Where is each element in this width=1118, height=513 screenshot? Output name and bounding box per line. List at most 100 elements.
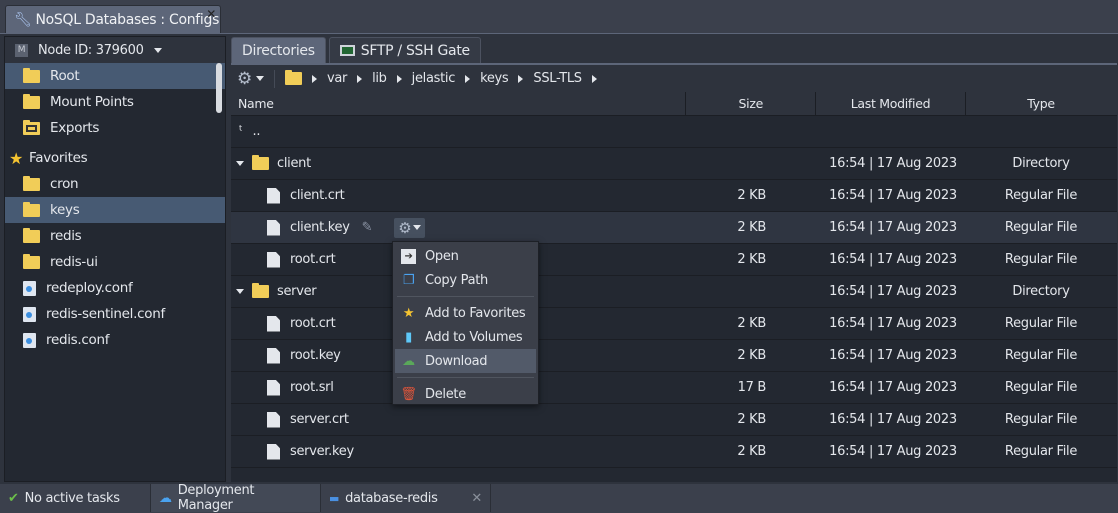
col-type[interactable]: Type <box>966 92 1116 115</box>
name-cell: server.crt <box>231 411 686 428</box>
file-row[interactable]: root.crt 2 KB 16:54 | 17 Aug 2023 Regular F… <box>231 308 1117 340</box>
tab-label: Directories <box>242 42 315 59</box>
breadcrumb-item[interactable]: lib <box>372 71 387 86</box>
col-name[interactable]: Name <box>231 92 686 115</box>
modified-cell: 16:54 | 17 Aug 2023 <box>829 220 957 235</box>
folder-icon[interactable] <box>284 70 302 85</box>
hierarchy-icon: ▬ <box>329 491 340 505</box>
copy-icon: ❐ <box>402 272 415 288</box>
tab-sftp-ssh[interactable]: SFTP / SSH Gate <box>328 37 481 63</box>
volume-icon: ▮ <box>405 329 412 345</box>
parent-dir-row[interactable]: ᵗ.. <box>231 116 1117 148</box>
type-cell: Regular File <box>1004 444 1078 459</box>
sidebar-item-root[interactable]: Root <box>5 63 225 89</box>
modified-cell: 16:54 | 17 Aug 2023 <box>829 316 957 331</box>
menu-separator <box>397 377 534 378</box>
sidebar-item-label: Root <box>50 68 80 84</box>
file-row[interactable]: server.key 2 KB 16:54 | 17 Aug 2023 Regular… <box>231 436 1117 468</box>
menu-item-download[interactable]: ☁ Download <box>395 349 536 373</box>
chevron-right-icon <box>396 74 402 83</box>
size-cell: 2 KB <box>737 188 766 203</box>
cloud-upload-icon: ☁ <box>159 490 172 506</box>
env-tab[interactable]: ▬ database-redis ✕ <box>321 484 491 512</box>
node-icon: M <box>15 43 28 57</box>
col-size[interactable]: Size <box>686 92 816 115</box>
folder-icon <box>23 67 40 83</box>
menu-item-open[interactable]: ➔ Open <box>395 244 536 268</box>
folder-row[interactable]: client 16:54 | 17 Aug 2023 Directory <box>231 148 1117 180</box>
tab-directories[interactable]: Directories <box>231 37 326 63</box>
file-name: server.crt <box>290 412 349 427</box>
favorite-label: redis <box>50 228 82 244</box>
window-tab[interactable]: 🔧︎ NoSQL Databases : Configs ✕ <box>5 5 221 34</box>
favorite-item[interactable]: redeploy.conf <box>5 275 225 301</box>
tab-label: SFTP / SSH Gate <box>360 42 470 59</box>
menu-item-add-to-favorites[interactable]: ★ Add to Favorites <box>395 301 536 325</box>
breadcrumb-item[interactable]: keys <box>480 71 509 86</box>
expand-icon[interactable] <box>236 289 244 294</box>
breadcrumb-item[interactable]: var <box>327 71 347 86</box>
tasks-status[interactable]: ✔ No active tasks <box>0 484 151 512</box>
file-name: client <box>277 156 311 171</box>
deployment-manager-tab[interactable]: ☁ Deployment Manager <box>151 483 321 513</box>
size-cell: 2 KB <box>737 252 766 267</box>
download-icon: ☁ <box>402 353 415 369</box>
expand-icon[interactable] <box>236 161 244 166</box>
file-browser: Directories SFTP / SSH Gate ⚙ var lib jela… <box>231 36 1117 482</box>
star-icon: ★ <box>9 148 24 168</box>
sidebar-item-exports[interactable]: Exports <box>5 115 225 141</box>
menu-item-delete[interactable]: 🗑︎ Delete <box>395 382 536 406</box>
file-row[interactable]: root.key 2 KB 16:54 | 17 Aug 2023 Regular F… <box>231 340 1117 372</box>
file-row[interactable]: server.crt 2 KB 16:54 | 17 Aug 2023 Regular… <box>231 404 1117 436</box>
file-icon <box>267 411 280 428</box>
modified-cell: 16:54 | 17 Aug 2023 <box>829 444 957 459</box>
type-cell: Directory <box>1012 284 1070 299</box>
file-row[interactable]: client.crt 2 KB 16:54 | 17 Aug 2023 Regular… <box>231 180 1117 212</box>
modified-cell: 16:54 | 17 Aug 2023 <box>829 284 957 299</box>
size-cell: 2 KB <box>737 316 766 331</box>
close-icon[interactable]: ✕ <box>471 491 482 506</box>
close-icon[interactable]: ✕ <box>206 7 216 21</box>
file-icon <box>267 187 280 204</box>
favorite-item[interactable]: redis <box>5 223 225 249</box>
col-modified[interactable]: Last Modified <box>816 92 966 115</box>
sidebar-item-mount-points[interactable]: Mount Points <box>5 89 225 115</box>
favorite-item[interactable]: keys <box>5 197 225 223</box>
row-actions-button[interactable]: ⚙ <box>394 217 426 238</box>
file-row[interactable]: root.srl 17 B 16:54 | 17 Aug 2023 Regular F… <box>231 372 1117 404</box>
favorite-label: redeploy.conf <box>46 280 133 296</box>
sidebar-scrollbar[interactable] <box>216 63 222 113</box>
file-row[interactable]: client.key ✎ ⚙ 2 KB 16:54 | 17 Aug 2023 Regul… <box>231 212 1117 244</box>
gear-icon: ⚙ <box>237 68 252 89</box>
favorite-item[interactable]: cron <box>5 171 225 197</box>
arrow-up-icon: ᵗ <box>239 124 243 139</box>
file-row[interactable]: root.crt 2 KB 16:54 | 17 Aug 2023 Regular F… <box>231 244 1117 276</box>
gear-menu-button[interactable]: ⚙ <box>237 69 264 89</box>
favorite-item[interactable]: redis-ui <box>5 249 225 275</box>
favorite-label: keys <box>50 202 80 218</box>
modified-cell: 16:54 | 17 Aug 2023 <box>829 188 957 203</box>
folder-icon <box>23 175 40 191</box>
menu-separator <box>397 296 534 297</box>
breadcrumb-item[interactable]: jelastic <box>412 71 456 86</box>
menu-item-label: Copy Path <box>425 272 488 288</box>
size-cell: 2 KB <box>737 220 766 235</box>
gear-icon: ⚙ <box>398 218 412 237</box>
breadcrumb-item[interactable]: SSL-TLS <box>533 71 582 86</box>
favorite-item[interactable]: redis.conf <box>5 327 225 353</box>
menu-item-label: Delete <box>425 386 466 402</box>
chevron-right-icon <box>311 74 317 83</box>
file-icon <box>267 379 280 396</box>
favorite-item[interactable]: redis-sentinel.conf <box>5 301 225 327</box>
folder-icon <box>23 201 40 217</box>
chevron-right-icon <box>465 74 471 83</box>
menu-item-copy-path[interactable]: ❐ Copy Path <box>395 268 536 292</box>
favorites-header[interactable]: ★ Favorites <box>5 145 225 171</box>
edit-icon[interactable]: ✎ <box>362 220 373 235</box>
menu-item-add-to-volumes[interactable]: ▮ Add to Volumes <box>395 325 536 349</box>
node-selector[interactable]: M Node ID: 379600 <box>5 37 225 63</box>
check-icon: ✔ <box>8 490 19 506</box>
tasks-label: No active tasks <box>24 490 120 506</box>
parent-dir-label: .. <box>252 124 261 139</box>
folder-row[interactable]: server 16:54 | 17 Aug 2023 Directory <box>231 276 1117 308</box>
